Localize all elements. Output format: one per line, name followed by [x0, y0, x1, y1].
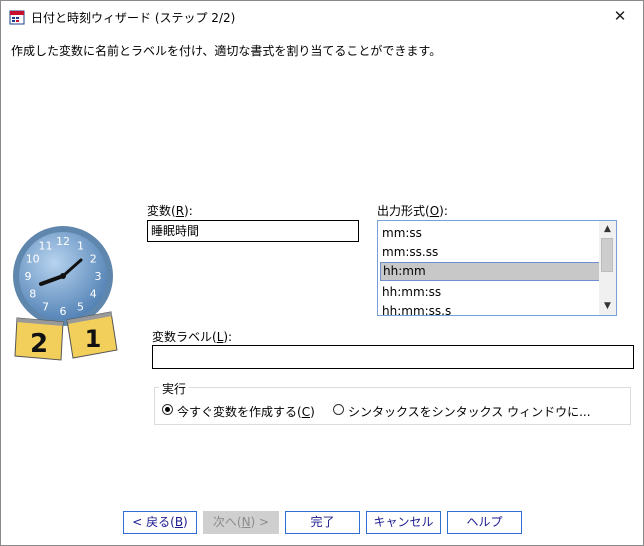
instruction-text: 作成した変数に名前とラベルを付け、適切な書式を割り当てることができます。 — [11, 44, 442, 58]
calendar-page-right: 1 — [66, 311, 118, 359]
execute-group-title: 実行 — [159, 380, 190, 397]
create-now-radio[interactable] — [162, 404, 173, 415]
dial-number: 2 — [90, 253, 97, 266]
format-option[interactable]: mm:ss.ss — [380, 243, 600, 262]
svg-text:1: 1 — [85, 325, 102, 353]
dial-number: 1 — [77, 240, 84, 253]
title-bar: 日付と時刻ウィザード (ステップ 2/2) ✕ — [1, 1, 643, 32]
date-time-wizard-icon — [9, 10, 25, 25]
dial-number: 8 — [29, 288, 36, 301]
dial-number: 11 — [39, 240, 53, 253]
dial-number: 7 — [42, 300, 49, 313]
dial-number: 3 — [95, 270, 102, 283]
close-button[interactable]: ✕ — [597, 1, 643, 32]
clock-calendar-illustration: 12 1234567891011 2 1 — [13, 226, 118, 361]
window-title: 日付と時刻ウィザード (ステップ 2/2) — [31, 11, 236, 25]
scroll-up-arrow-icon[interactable]: ▲ — [599, 221, 616, 238]
format-option[interactable]: hh:mm:ss — [380, 283, 600, 302]
cancel-button[interactable]: キャンセル — [366, 511, 441, 534]
finish-button[interactable]: 完了 — [285, 511, 360, 534]
variable-label: 変数(R): — [147, 204, 193, 218]
format-option[interactable]: hh:mm:ss.s — [380, 302, 600, 315]
paste-syntax-radio[interactable] — [333, 404, 344, 415]
scrollbar-thumb[interactable] — [601, 238, 613, 272]
format-option[interactable]: mm:ss — [380, 224, 600, 243]
dial-number: 10 — [26, 253, 40, 266]
help-button[interactable]: ヘルプ — [447, 511, 522, 534]
dial-number: 6 — [60, 305, 67, 318]
format-option-selected[interactable]: hh:mm — [380, 262, 600, 281]
paste-syntax-label[interactable]: シンタックスをシンタックス ウィンドウに... — [348, 403, 591, 420]
back-button[interactable]: < 戻る(B) — [123, 511, 197, 534]
format-list-scrollbar[interactable]: ▲ ▼ — [599, 221, 616, 315]
scroll-down-arrow-icon[interactable]: ▼ — [599, 298, 616, 315]
next-button[interactable]: 次へ(N) > — [203, 511, 279, 534]
calendar-page-left: 2 — [14, 317, 64, 361]
dial-number: 4 — [90, 288, 97, 301]
radio-selected-dot — [165, 407, 170, 412]
dial-number: 5 — [77, 300, 84, 313]
variable-label-input[interactable] — [152, 345, 634, 369]
create-now-label[interactable]: 今すぐ変数を作成する(C) — [177, 403, 315, 420]
variable-label-caption: 変数ラベル(L): — [152, 330, 233, 344]
dialog-window: 日付と時刻ウィザード (ステップ 2/2) ✕ 作成した変数に名前とラベルを付け… — [0, 0, 644, 546]
svg-text:2: 2 — [30, 329, 48, 359]
output-format-label: 出力形式(O): — [377, 204, 448, 218]
output-format-listbox[interactable]: mm:ss mm:ss.ss hh:mm hh:mm:ss hh:mm:ss.s… — [377, 220, 617, 316]
variable-name-input[interactable]: 睡眠時間 — [147, 220, 359, 242]
dial-number: 12 — [56, 235, 70, 248]
dial-number: 9 — [25, 270, 32, 283]
